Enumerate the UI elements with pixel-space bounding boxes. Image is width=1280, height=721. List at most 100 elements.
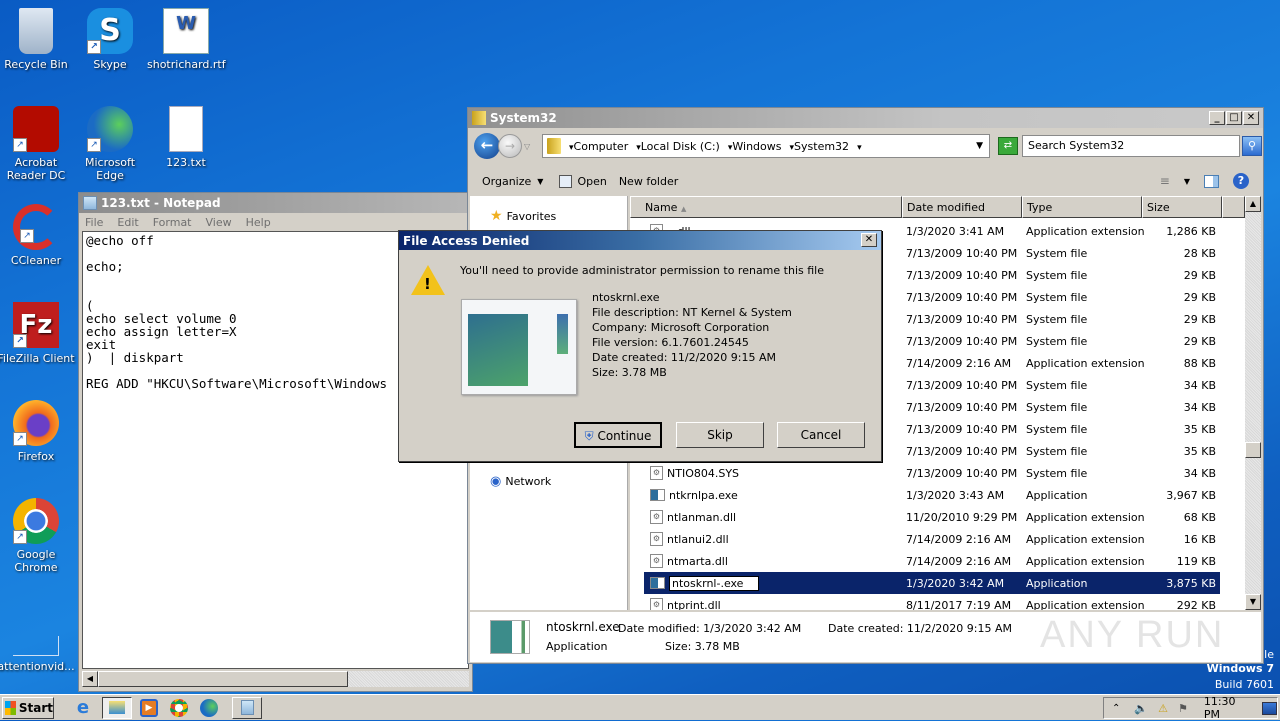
network-warning-icon[interactable]: ⚠ [1158, 702, 1168, 715]
file-list-vertical-scrollbar[interactable]: ▲ ▼ [1245, 196, 1261, 610]
maximize-button[interactable]: □ [1226, 111, 1242, 125]
breadcrumb-system32[interactable]: System32 [790, 140, 849, 153]
nav-network[interactable]: ◉ Network [490, 474, 551, 489]
file-access-denied-dialog: File Access Denied ✕ ! You'll need to pr… [398, 230, 882, 462]
preview-pane-icon[interactable] [1204, 174, 1219, 188]
desktop-icon-word-document[interactable]: Wshotrichard.rtf [147, 8, 226, 71]
help-icon[interactable]: ? [1233, 173, 1249, 189]
file-type: Application [1026, 488, 1088, 502]
chrome-icon[interactable] [170, 698, 188, 717]
dialog-close-button[interactable]: ✕ [861, 233, 877, 247]
close-button[interactable]: ✕ [1243, 111, 1259, 125]
file-row-selected[interactable]: ntoskrnl-.exe 1/3/2020 3:42 AM Application… [644, 572, 1220, 594]
menu-view[interactable]: View [206, 216, 232, 229]
file-row[interactable]: ⚙ ntprint.dll 8/11/2017 7:19 AM Application… [644, 594, 1220, 610]
recent-pages-dropdown[interactable]: ▽ [524, 142, 530, 151]
scroll-down-button[interactable]: ▼ [1245, 594, 1261, 610]
desktop-icon-firefox[interactable]: ↗ Firefox [0, 400, 75, 463]
desktop-icon-chrome[interactable]: ↗ Google Chrome [0, 498, 75, 574]
file-size: 28 KB [1183, 246, 1216, 260]
column-type[interactable]: Type [1022, 196, 1142, 218]
column-date-modified[interactable]: Date modified [902, 196, 1022, 218]
breadcrumb-chevron[interactable] [857, 140, 862, 153]
action-center-flag-icon[interactable]: ⚑ [1178, 702, 1188, 715]
menu-edit[interactable]: Edit [117, 216, 138, 229]
desktop-icon-ccleaner[interactable]: ↗ CCleaner [0, 204, 75, 267]
forward-button[interactable]: → [498, 134, 522, 158]
file-row[interactable]: ⚙ ntmarta.dll 7/14/2009 2:16 AM Application… [644, 550, 1220, 572]
file-size: 119 KB [1176, 554, 1216, 568]
file-row[interactable]: ⚙ ntlanui2.dll 7/14/2009 2:16 AM Applicatio… [644, 528, 1220, 550]
ccleaner-icon: ↗ [13, 204, 59, 250]
column-size[interactable]: Size [1142, 196, 1222, 218]
dll-file-icon: ⚙ [650, 532, 663, 546]
breadcrumb-local-disk[interactable]: Local Disk (C:) [636, 140, 720, 153]
shortcut-arrow-icon: ↗ [20, 229, 34, 243]
file-date-modified: 7/13/2009 10:40 PM [906, 312, 1018, 326]
file-row[interactable]: ntkrnlpa.exe 1/3/2020 3:43 AM Application 3… [644, 484, 1220, 506]
details-date-created: Date created: 11/2/2020 9:15 AM [828, 622, 1013, 635]
skip-button[interactable]: Skip [676, 422, 764, 448]
organize-button[interactable]: Organize ▼ [482, 175, 543, 188]
file-size: 68 KB [1183, 510, 1216, 524]
breadcrumb-windows[interactable]: Windows [728, 140, 781, 153]
file-type: Application extension [1026, 356, 1145, 370]
breadcrumb-computer[interactable]: Computer [569, 140, 629, 153]
menu-help[interactable]: Help [246, 216, 271, 229]
search-input[interactable]: Search System32 [1022, 135, 1240, 157]
media-player-icon[interactable]: ▶ [140, 698, 158, 717]
details-filename: ntoskrnl.exe [546, 620, 620, 634]
refresh-button[interactable]: ⇄ [998, 137, 1018, 155]
column-name[interactable]: Name ▲ [630, 196, 902, 218]
minimize-button[interactable]: _ [1209, 111, 1225, 125]
file-date-modified: 7/14/2009 2:16 AM [906, 554, 1012, 568]
desktop-icon-label: FileZilla Client [0, 352, 75, 365]
file-size: 35 KB [1183, 422, 1216, 436]
address-bar[interactable]: Computer Local Disk (C:) Windows System3… [542, 134, 990, 158]
dialog-titlebar[interactable]: File Access Denied [399, 231, 881, 250]
open-button[interactable]: Open [559, 174, 607, 188]
clock[interactable]: 11:30 PM [1204, 695, 1252, 721]
file-row[interactable]: ⚙ NTIO804.SYS 7/13/2009 10:40 PM System fil… [644, 462, 1220, 484]
scroll-thumb[interactable] [1245, 442, 1261, 458]
menu-file[interactable]: File [85, 216, 103, 229]
address-dropdown-icon[interactable]: ▼ [976, 141, 983, 151]
desktop-icon-recycle-bin[interactable]: Recycle Bin [0, 8, 75, 71]
desktop-icon-text-file[interactable]: 123.txt [147, 106, 225, 169]
show-desktop-button[interactable] [1261, 701, 1277, 715]
nav-favorites[interactable]: ★ Favorites [490, 208, 556, 224]
continue-button[interactable]: ⛨ Continue [574, 422, 662, 448]
search-icon[interactable]: ⚲ [1242, 136, 1262, 156]
desktop-icon-filezilla[interactable]: Fz ↗ FileZilla Client [0, 302, 75, 365]
new-folder-button[interactable]: New folder [619, 175, 678, 188]
view-options-icon[interactable]: ≡ [1160, 174, 1170, 188]
file-size: 16 KB [1183, 532, 1216, 546]
internet-explorer-icon[interactable]: e [72, 697, 94, 719]
chrome-icon: ↗ [13, 498, 59, 544]
view-dropdown-icon[interactable]: ▼ [1184, 177, 1190, 186]
edge-icon[interactable] [200, 698, 218, 717]
cancel-button[interactable]: Cancel [777, 422, 865, 448]
desktop-icon-skype[interactable]: S ↗ Skype [71, 8, 149, 71]
start-button[interactable]: Start [2, 696, 54, 719]
volume-icon[interactable]: 🔈 [1134, 702, 1148, 715]
desktop-icon-edge[interactable]: ↗ Microsoft Edge [71, 106, 149, 182]
explorer-titlebar[interactable]: System32 [468, 108, 1263, 128]
scroll-up-button[interactable]: ▲ [1245, 196, 1261, 212]
file-type: Application extension [1026, 532, 1145, 546]
desktop-icon-acrobat[interactable]: ↗ Acrobat Reader DC [0, 106, 75, 182]
edge-icon: ↗ [87, 106, 133, 152]
notepad-titlebar[interactable]: 123.txt - Notepad [79, 193, 472, 213]
back-button[interactable]: ← [474, 133, 500, 159]
notepad-taskbar-icon[interactable] [232, 696, 262, 719]
file-explorer-icon[interactable] [102, 696, 132, 719]
desktop-icon-file[interactable]: attentionvid... [0, 616, 75, 673]
file-name: ntkrnlpa.exe [669, 488, 738, 502]
menu-format[interactable]: Format [153, 216, 192, 229]
file-name: ntmarta.dll [667, 554, 728, 568]
rename-input[interactable]: ntoskrnl-.exe [669, 575, 759, 591]
column-extra[interactable] [1222, 196, 1245, 218]
show-hidden-icons-icon[interactable]: ⌃ [1112, 703, 1120, 714]
file-row[interactable]: ⚙ ntlanman.dll 11/20/2010 9:29 PM Applicati… [644, 506, 1220, 528]
file-date-modified: 7/14/2009 2:16 AM [906, 356, 1012, 370]
